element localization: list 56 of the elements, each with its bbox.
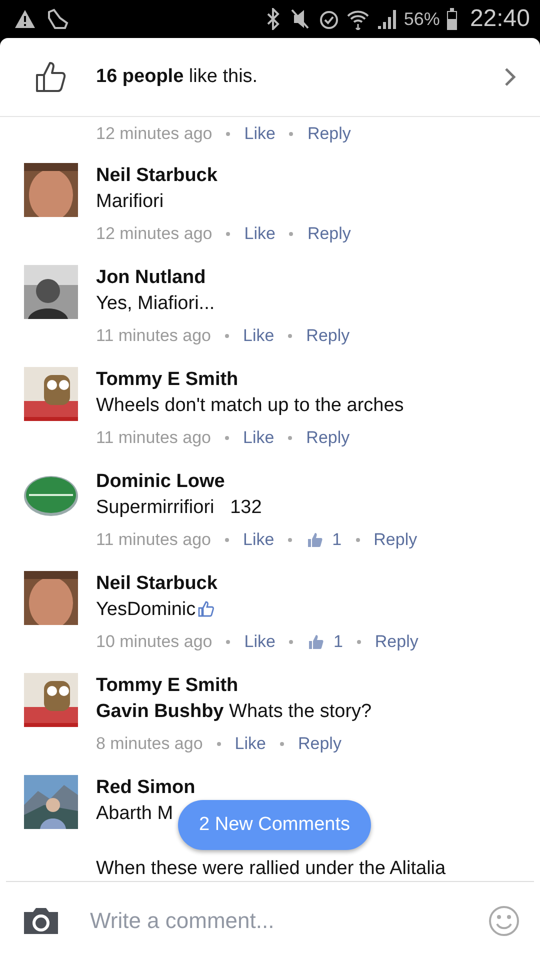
alarm-icon [318, 8, 340, 30]
likes-summary: 16 people like this. [96, 66, 259, 88]
like-link[interactable]: Like [242, 525, 274, 555]
like-link[interactable]: Like [244, 219, 276, 249]
thumbs-up-icon [307, 633, 326, 651]
comment-text: Marifiori [96, 190, 164, 214]
smiley-icon [488, 905, 520, 937]
like-count: 1 [332, 529, 342, 551]
comment-text: Supermirrifiori 132 [96, 496, 262, 520]
battery-percentage: 56% [404, 8, 440, 30]
clock-time: 22:40 [470, 5, 530, 33]
comment-text: YesDominic [96, 598, 196, 622]
comment-time: 11 minutes ago [96, 325, 211, 347]
comment-time: 12 minutes ago [96, 123, 212, 145]
reply-link[interactable]: Reply [307, 119, 351, 149]
camera-icon [22, 906, 60, 936]
comment-input-field[interactable]: Write a comment... [88, 907, 460, 935]
thumbs-up-icon [34, 60, 68, 94]
comment-time: 11 minutes ago [96, 529, 211, 551]
chevron-right-icon [504, 67, 516, 87]
comment-author[interactable]: Neil Starbuck [96, 571, 418, 597]
comment-author[interactable]: Tommy E Smith [96, 673, 372, 699]
thumbs-up-icon [306, 531, 324, 549]
reply-link[interactable]: Reply [298, 729, 342, 759]
like-link[interactable]: Like [244, 627, 276, 657]
like-link[interactable]: Like [244, 119, 276, 149]
comment-time: 11 minutes ago [96, 427, 211, 449]
battery-icon [446, 8, 458, 30]
comment-text: Abarth M [96, 802, 174, 826]
comment-time: 8 minutes ago [96, 733, 203, 755]
wifi-icon [346, 8, 370, 30]
comment-text: Gavin Bushby Whats the story? [96, 700, 372, 724]
comment-author[interactable]: Jon Nutland [96, 265, 350, 291]
bluetooth-icon [266, 8, 280, 30]
reply-link[interactable]: Reply [374, 525, 418, 555]
new-comments-button[interactable]: 2 New Comments [178, 800, 371, 850]
like-link[interactable]: Like [242, 423, 274, 453]
like-count: 1 [333, 631, 343, 653]
comment-author[interactable]: Dominic Lowe [96, 469, 418, 495]
warning-icon [14, 9, 36, 29]
reply-link[interactable]: Reply [374, 627, 418, 657]
comment-author[interactable]: Neil Starbuck [96, 163, 351, 189]
reply-link[interactable]: Reply [306, 423, 350, 453]
comment-author[interactable]: Red Simon [96, 775, 446, 801]
comment-text: Wheels don't match up to the arches [96, 394, 404, 418]
comment-time: 10 minutes ago [96, 631, 212, 653]
comment-text: When these were rallied under the Alitalia [96, 857, 446, 881]
signal-icon [376, 8, 398, 30]
comment-time: 12 minutes ago [96, 223, 212, 245]
comment-author[interactable]: Tommy E Smith [96, 367, 404, 393]
like-link[interactable]: Like [234, 729, 266, 759]
comment-text: Yes, Miafiori... [96, 292, 215, 316]
likes-header-bar[interactable]: 16 people like this. [0, 38, 540, 117]
reply-link[interactable]: Reply [307, 219, 351, 249]
like-link[interactable]: Like [242, 321, 274, 351]
reply-link[interactable]: Reply [306, 321, 350, 351]
